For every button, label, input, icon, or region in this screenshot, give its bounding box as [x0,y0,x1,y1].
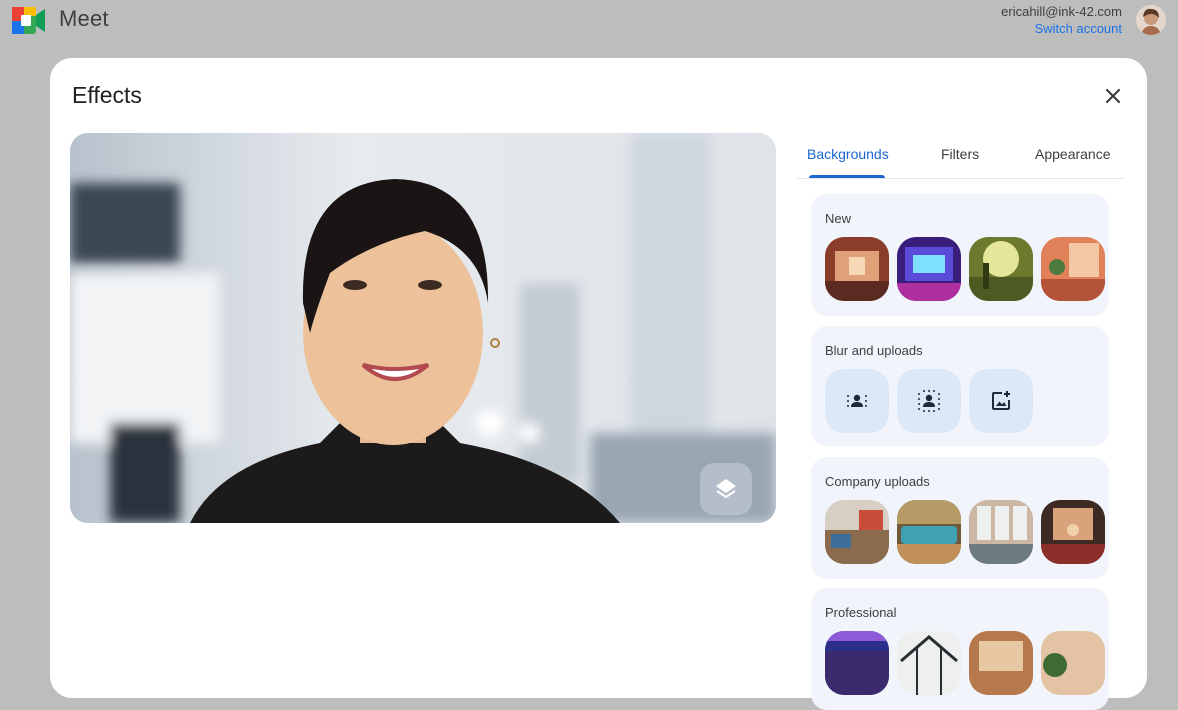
background-thumb-neon-arcade[interactable] [897,237,961,301]
plant-room-image [1041,631,1105,695]
tab-backgrounds[interactable]: Backgrounds [807,146,889,162]
background-thumb-wood-office[interactable] [969,631,1033,695]
section-label: Company uploads [825,474,930,489]
layers-icon [716,479,736,499]
top-bar: Meet ericahill@ink-42.com Switch account [0,0,1178,44]
switch-account-link[interactable]: Switch account [1001,20,1122,37]
wood-office-image [969,631,1033,695]
slight-blur-icon [847,394,867,407]
neon-arcade-image [897,237,961,301]
account-info: ericahill@ink-42.com Switch account [1001,3,1122,37]
meet-logo-icon [12,7,45,34]
cafe-counter-image [897,500,961,564]
blur-icon [918,390,940,412]
close-icon[interactable] [1100,83,1126,109]
section-label: Blur and uploads [825,343,923,358]
window-office-image [969,500,1033,564]
section-new: New [811,194,1109,316]
sunset-lounge-image [1041,237,1105,301]
layers-button[interactable] [700,463,752,515]
effects-dialog: Effects Backgrounds Filters Appearance N… [50,58,1147,710]
add-image-icon [992,391,1010,410]
account-email: ericahill@ink-42.com [1001,4,1122,19]
tab-filters[interactable]: Filters [941,146,979,162]
section-company-uploads: Company uploads [811,457,1109,579]
stage-image [825,631,889,695]
greenhouse-image [897,631,961,695]
warm-room-image [825,237,889,301]
upload-background-button[interactable] [969,369,1033,433]
background-thumb-plant-room[interactable] [1041,631,1105,695]
tab-appearance[interactable]: Appearance [1035,146,1111,162]
background-thumb-forest-light[interactable] [969,237,1033,301]
background-thumb-office-lounge[interactable] [825,500,889,564]
preview-image [70,133,776,523]
background-thumb-meeting-nook[interactable] [1041,500,1105,564]
section-blur-and-uploads: Blur and uploads [811,326,1109,446]
camera-preview [70,133,776,523]
background-thumb-cafe-counter[interactable] [897,500,961,564]
office-lounge-image [825,500,889,564]
background-thumb-sunset-lounge[interactable] [1041,237,1105,301]
background-thumb-greenhouse[interactable] [897,631,961,695]
blur-button[interactable] [897,369,961,433]
background-thumb-window-office[interactable] [969,500,1033,564]
app-title: Meet [59,6,109,31]
dialog-title: Effects [72,82,142,108]
section-label: Professional [825,605,897,620]
effects-tabs: Backgrounds Filters Appearance [797,136,1124,179]
forest-light-image [969,237,1033,301]
background-thumb-stage[interactable] [825,631,889,695]
section-professional: Professional [811,588,1109,710]
section-label: New [825,211,852,226]
slight-blur-button[interactable] [825,369,889,433]
avatar[interactable] [1136,5,1166,35]
meeting-nook-image [1041,500,1105,564]
background-thumb-warm-room[interactable] [825,237,889,301]
active-tab-indicator [809,175,885,178]
avatar-image [1136,5,1166,35]
